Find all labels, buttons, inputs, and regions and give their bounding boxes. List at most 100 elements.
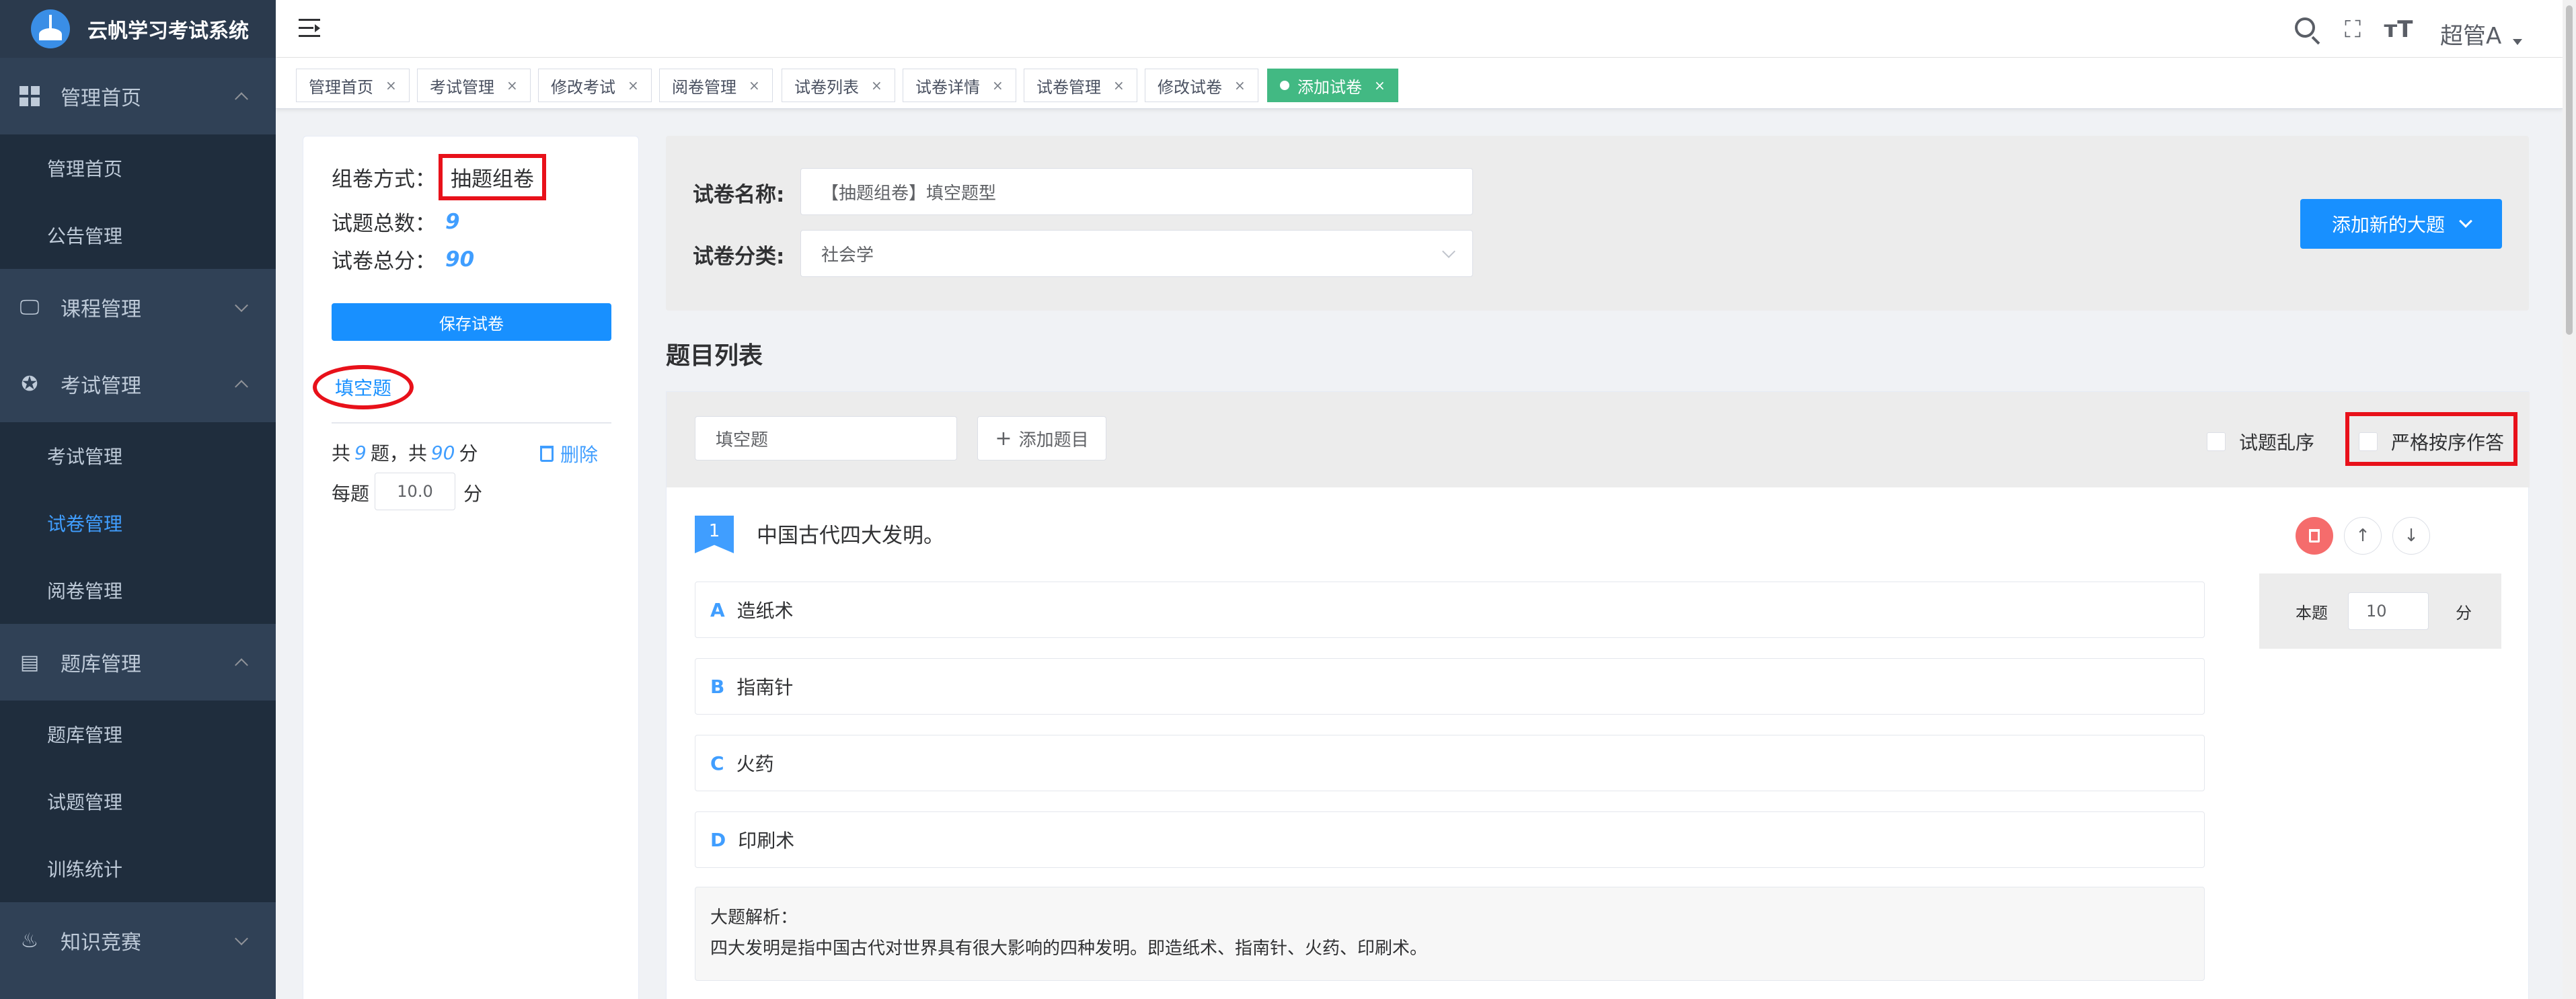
sidebar-item-announcements[interactable]: 公告管理 xyxy=(0,202,276,269)
section-title: 题目列表 xyxy=(666,342,763,370)
per-question-score: 每题 xyxy=(332,479,369,506)
submenu-exams: 考试管理 试卷管理 阅卷管理 xyxy=(0,422,276,624)
option-b: B 指南针 xyxy=(695,658,2205,715)
option-letter: C xyxy=(710,752,724,774)
tags-view: 管理首页 × 考试管理 × 修改考试 × 阅卷管理 × 试卷列表 × 试卷详情 × 试卷管理… xyxy=(276,58,2563,109)
tag-add-paper[interactable]: 添加试卷 × xyxy=(1267,69,1398,102)
question-analysis: 大题解析： 四大发明是指中国古代对世界具有很大影响的四种发明。即造纸术、指南针、… xyxy=(695,887,2205,981)
tag-exam-manage[interactable]: 考试管理 × xyxy=(417,69,531,102)
paper-summary-panel: 组卷方式： 抽题组卷 试题总数： 9 试卷总分： 90 保存试卷 填空题 共 9… xyxy=(303,136,639,999)
chevron-down-icon xyxy=(1442,245,1455,258)
total-questions-value: 9 xyxy=(445,209,460,234)
option-text: 造纸术 xyxy=(736,600,794,622)
user-name[interactable]: 超管A xyxy=(2440,17,2501,50)
search-icon[interactable] xyxy=(2292,15,2322,44)
add-major-label: 添加新的大题 xyxy=(2331,214,2445,236)
paper-category-select[interactable]: 社会学 xyxy=(800,230,1473,277)
page-scrollbar[interactable] xyxy=(2563,0,2576,999)
tag-paper-detail[interactable]: 试卷详情 × xyxy=(903,69,1016,102)
scrollbar-thumb[interactable] xyxy=(2566,5,2573,335)
tag-paper-list[interactable]: 试卷列表 × xyxy=(782,69,895,102)
option-a: A 造纸术 xyxy=(695,582,2205,638)
close-icon[interactable]: × xyxy=(628,77,639,93)
chevron-down-icon xyxy=(235,298,248,313)
font-size-icon[interactable]: ᴛT xyxy=(2384,15,2413,44)
chevron-up-icon xyxy=(235,380,248,394)
close-icon[interactable]: × xyxy=(749,77,760,93)
tag-label: 试卷管理 xyxy=(1036,77,1101,97)
per-question-score-input[interactable]: 10.0 xyxy=(375,473,455,510)
option-text: 印刷术 xyxy=(738,830,795,852)
question-type-tab[interactable]: 填空题 xyxy=(313,365,414,409)
active-dot-icon xyxy=(1280,81,1289,90)
delete-type-button[interactable]: 删除 xyxy=(540,440,598,467)
tag-grading[interactable]: 阅卷管理 × xyxy=(659,69,773,102)
move-up-button[interactable]: ↑ xyxy=(2344,517,2382,555)
tag-edit-paper[interactable]: 修改试卷 × xyxy=(1145,69,1258,102)
caret-down-icon[interactable] xyxy=(2513,39,2522,45)
sidebar-item-question-manage[interactable]: 试题管理 xyxy=(0,768,276,835)
close-icon[interactable]: × xyxy=(1234,77,1246,93)
menu-group-exams[interactable]: ✪ 考试管理 xyxy=(0,346,276,422)
compose-method-value: 抽题组卷 xyxy=(439,154,546,200)
compose-method-label: 组卷方式： xyxy=(332,167,436,192)
menu-group-question-bank[interactable]: ▤ 题库管理 xyxy=(0,624,276,701)
menu-group-label: 管理首页 xyxy=(61,87,141,110)
sidebar-item-exam-manage[interactable]: 考试管理 xyxy=(0,422,276,489)
question-number-badge: 1 xyxy=(695,516,734,553)
tag-edit-exam[interactable]: 修改考试 × xyxy=(538,69,652,102)
submenu-question-bank: 题库管理 试题管理 训练统计 xyxy=(0,701,276,902)
close-icon[interactable]: × xyxy=(871,77,882,93)
menu-toggle-icon[interactable] xyxy=(299,19,320,38)
logo-icon xyxy=(31,9,70,48)
question-type-input[interactable]: 填空题 xyxy=(695,416,957,461)
paper-category-label: 试卷分类: xyxy=(693,245,785,269)
monitor-icon: 🖵 xyxy=(20,295,40,319)
menu-group-dashboard[interactable]: 管理首页 xyxy=(0,58,276,134)
tag-paper-manage[interactable]: 试卷管理 × xyxy=(1024,69,1137,102)
add-question-button[interactable]: + 添加题目 xyxy=(977,416,1106,461)
close-icon[interactable]: × xyxy=(1374,77,1386,93)
save-paper-button[interactable]: 保存试卷 xyxy=(332,303,611,341)
paper-name-input[interactable]: 【抽题组卷】填空题型 xyxy=(800,168,1473,215)
sidebar-item-home[interactable]: 管理首页 xyxy=(0,134,276,202)
paper-name-label: 试卷名称: xyxy=(693,183,785,207)
shuffle-checkbox[interactable]: 试题乱序 xyxy=(2207,428,2314,455)
dashboard-icon xyxy=(19,85,40,107)
close-icon[interactable]: × xyxy=(506,77,518,93)
menu-group-competition[interactable]: ♨ 知识竞赛 xyxy=(0,902,276,979)
arrow-down-icon: ↓ xyxy=(2404,526,2419,546)
paper-form: 试卷名称: 【抽题组卷】填空题型 试卷分类: 社会学 添加新的大题 xyxy=(666,136,2529,311)
document-icon: ▤ xyxy=(20,650,40,674)
submenu-dashboard: 管理首页 公告管理 xyxy=(0,134,276,269)
question-score-input[interactable]: 10 xyxy=(2348,592,2429,630)
tag-label: 阅卷管理 xyxy=(672,77,736,97)
checkbox-icon xyxy=(2207,432,2226,451)
question-score: 本题 10 分 xyxy=(2259,573,2501,649)
strict-order-checkbox[interactable]: 严格按序作答 xyxy=(2359,428,2504,455)
category-value: 社会学 xyxy=(821,245,874,266)
close-icon[interactable]: × xyxy=(385,77,397,93)
trash-icon xyxy=(2309,529,2320,543)
question-list-card: 填空题 + 添加题目 试题乱序 严格按序作答 1 中国古代四大发明。 ↑ ↓ 本… xyxy=(666,391,2530,999)
sidebar-item-paper-manage[interactable]: 试卷管理 xyxy=(0,489,276,557)
top-header: ⛶ ᴛT 超管A xyxy=(276,0,2563,58)
sidebar-item-grading[interactable]: 阅卷管理 xyxy=(0,557,276,624)
fullscreen-icon[interactable]: ⛶ xyxy=(2338,15,2367,44)
app-title: 云帆学习考试系统 xyxy=(87,19,249,43)
tag-label: 修改试卷 xyxy=(1158,77,1222,97)
sidebar-item-bank-manage[interactable]: 题库管理 xyxy=(0,701,276,768)
tag-home[interactable]: 管理首页 × xyxy=(296,69,410,102)
chevron-up-icon xyxy=(235,658,248,672)
chevron-up-icon xyxy=(235,92,248,106)
summary-count: 9 xyxy=(354,441,367,464)
move-down-button[interactable]: ↓ xyxy=(2392,517,2430,555)
sidebar-item-training-stats[interactable]: 训练统计 xyxy=(0,835,276,902)
brand[interactable]: 云帆学习考试系统 xyxy=(0,0,276,58)
question-toolbar: 填空题 + 添加题目 试题乱序 严格按序作答 xyxy=(667,392,2530,487)
menu-group-courses[interactable]: 🖵 课程管理 xyxy=(0,269,276,346)
add-major-question-button[interactable]: 添加新的大题 xyxy=(2300,199,2502,249)
delete-question-button[interactable] xyxy=(2296,517,2333,555)
close-icon[interactable]: × xyxy=(1113,77,1125,93)
close-icon[interactable]: × xyxy=(992,77,1003,93)
